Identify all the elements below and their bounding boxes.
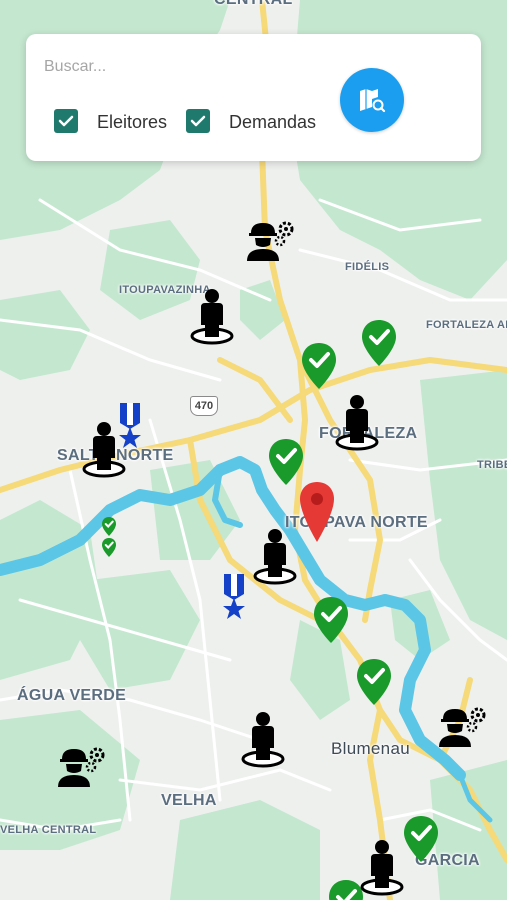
map-label-central: CENTRAL	[214, 0, 293, 9]
worker-gear-icon[interactable]	[437, 705, 489, 754]
map-search-button[interactable]	[340, 68, 404, 132]
selected-location-pin-icon[interactable]	[300, 482, 334, 547]
worker-gear-icon[interactable]	[245, 219, 297, 268]
eleitores-label[interactable]: Eleitores	[97, 112, 167, 133]
demand-check-pin-icon[interactable]	[404, 816, 438, 867]
app-screen: CENTRAL FIDÉLIS ITOUPAVAZINHA FORTALEZA …	[0, 0, 507, 900]
medal-star-icon[interactable]	[221, 574, 247, 625]
demand-check-pin-icon[interactable]	[362, 320, 396, 371]
voter-person-icon[interactable]	[253, 527, 297, 590]
voter-person-icon[interactable]	[360, 838, 404, 900]
voter-person-icon[interactable]	[241, 710, 285, 773]
demand-check-pin-icon[interactable]	[302, 343, 336, 394]
demand-check-pin-icon[interactable]	[269, 439, 303, 490]
map-label-velha-central: VELHA CENTRAL	[0, 824, 97, 836]
demandas-label[interactable]: Demandas	[229, 112, 316, 133]
voter-person-icon[interactable]	[190, 287, 234, 350]
checkmark-icon	[190, 115, 206, 127]
medal-star-icon[interactable]	[117, 403, 143, 454]
map-label-blumenau: Blumenau	[331, 739, 410, 758]
map-label-agua-verde: ÁGUA VERDE	[17, 687, 127, 704]
map-label-fidelis: FIDÉLIS	[345, 261, 390, 273]
demand-check-pin-icon[interactable]	[314, 597, 348, 648]
search-filter-card: Eleitores Demandas	[26, 34, 481, 161]
demand-check-pin-icon[interactable]	[329, 880, 363, 900]
worker-gear-icon[interactable]	[56, 745, 108, 794]
demandas-checkbox[interactable]	[186, 109, 210, 133]
highway-shield-470: 470	[190, 396, 218, 416]
map-label-velha: VELHA	[161, 792, 217, 809]
voter-person-icon[interactable]	[335, 393, 379, 456]
map-search-icon	[360, 89, 386, 113]
demand-check-pin-icon[interactable]	[357, 659, 391, 710]
checkmark-icon	[58, 115, 74, 127]
search-input[interactable]	[44, 58, 314, 76]
map-label-tribess: TRIBE	[477, 459, 507, 471]
eleitores-checkbox[interactable]	[54, 109, 78, 133]
map-label-fortaleza-alta: FORTALEZA ALT	[426, 319, 507, 331]
demand-check-pin-small-icon[interactable]	[102, 538, 116, 562]
